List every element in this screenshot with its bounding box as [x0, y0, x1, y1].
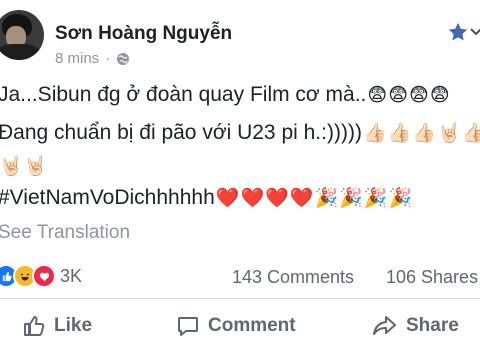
- share-button[interactable]: Share: [372, 314, 459, 338]
- see-translation-link[interactable]: See Translation: [0, 222, 130, 244]
- post-text-line-2: Đang chuẩn bị đi pão với U23 pi h.:)))))…: [0, 121, 480, 145]
- globe-icon: [117, 52, 130, 65]
- post-header: Sơn Hoàng Nguyễn 8 mins ·: [0, 0, 480, 80]
- action-bar: Like Comment Share: [0, 306, 480, 352]
- post-text: Ja...Sibun đg ở đoàn quay Film cơ mà..: [0, 83, 367, 106]
- shares-count[interactable]: 106 Shares: [386, 267, 478, 288]
- heart-emoji: ❤️: [240, 187, 265, 209]
- star-icon[interactable]: [447, 21, 469, 43]
- rock-hand-emoji: 🤘🏻: [0, 155, 23, 177]
- post-text-line-3: 🤘🏻 🤘🏻: [0, 155, 47, 177]
- post-meta: 8 mins ·: [55, 50, 130, 67]
- share-label: Share: [406, 315, 459, 336]
- thumbs-up-icon: [24, 316, 45, 336]
- thumbs-up-emoji: 👍🏻: [461, 122, 480, 144]
- heart-emoji: ❤️: [215, 187, 240, 209]
- fearful-emoji: 😨: [409, 84, 429, 106]
- chevron-down-icon[interactable]: [470, 26, 480, 38]
- post-text-line-4: #VietNamVoDichhhhhh ❤️ ❤️ ❤️ ❤️ 🎉 🎉 🎉 🎉: [0, 186, 412, 210]
- party-popper-emoji: 🎉: [363, 187, 388, 209]
- rock-hand-emoji: 🤘🏻: [23, 155, 48, 177]
- avatar[interactable]: [0, 10, 44, 60]
- party-popper-emoji: 🎉: [388, 187, 413, 209]
- post-text: Đang chuẩn bị đi pão với U23 pi h.:))))): [0, 121, 362, 144]
- post-stats: 3K 143 Comments 106 Shares: [0, 258, 480, 292]
- heart-emoji: ❤️: [289, 187, 314, 209]
- comments-count[interactable]: 143 Comments: [232, 267, 354, 288]
- post-time[interactable]: 8 mins: [55, 50, 99, 67]
- comment-icon: [178, 317, 198, 336]
- heart-emoji: ❤️: [265, 187, 289, 209]
- party-popper-emoji: 🎉: [314, 187, 339, 209]
- rock-hand-emoji: 🤘🏻: [436, 122, 461, 144]
- fearful-emoji: 😨: [388, 84, 409, 106]
- fearful-emoji: 😨: [367, 84, 388, 106]
- divider: [0, 298, 480, 299]
- reaction-count[interactable]: 3K: [60, 266, 82, 287]
- thumbs-up-emoji: 👍🏻: [362, 122, 387, 144]
- fearful-emoji: 😨: [429, 84, 450, 106]
- share-icon: [373, 316, 396, 335]
- like-button[interactable]: Like: [22, 314, 92, 338]
- like-label: Like: [54, 315, 93, 336]
- thumbs-up-emoji: 👍🏻: [387, 122, 412, 144]
- thumbs-up-emoji: 👍🏻: [412, 122, 436, 144]
- comment-label: Comment: [208, 315, 296, 336]
- meta-separator: ·: [105, 50, 111, 67]
- love-reaction-icon: [32, 264, 56, 288]
- hashtag-link[interactable]: #VietNamVoDichhhhhh: [0, 186, 215, 210]
- post-text-line-1: Ja...Sibun đg ở đoàn quay Film cơ mà.. 😨…: [0, 83, 450, 107]
- author-name[interactable]: Sơn Hoàng Nguyễn: [55, 23, 232, 45]
- party-popper-emoji: 🎉: [339, 187, 363, 209]
- reactions-summary[interactable]: 3K: [0, 264, 82, 288]
- comment-button[interactable]: Comment: [176, 314, 296, 338]
